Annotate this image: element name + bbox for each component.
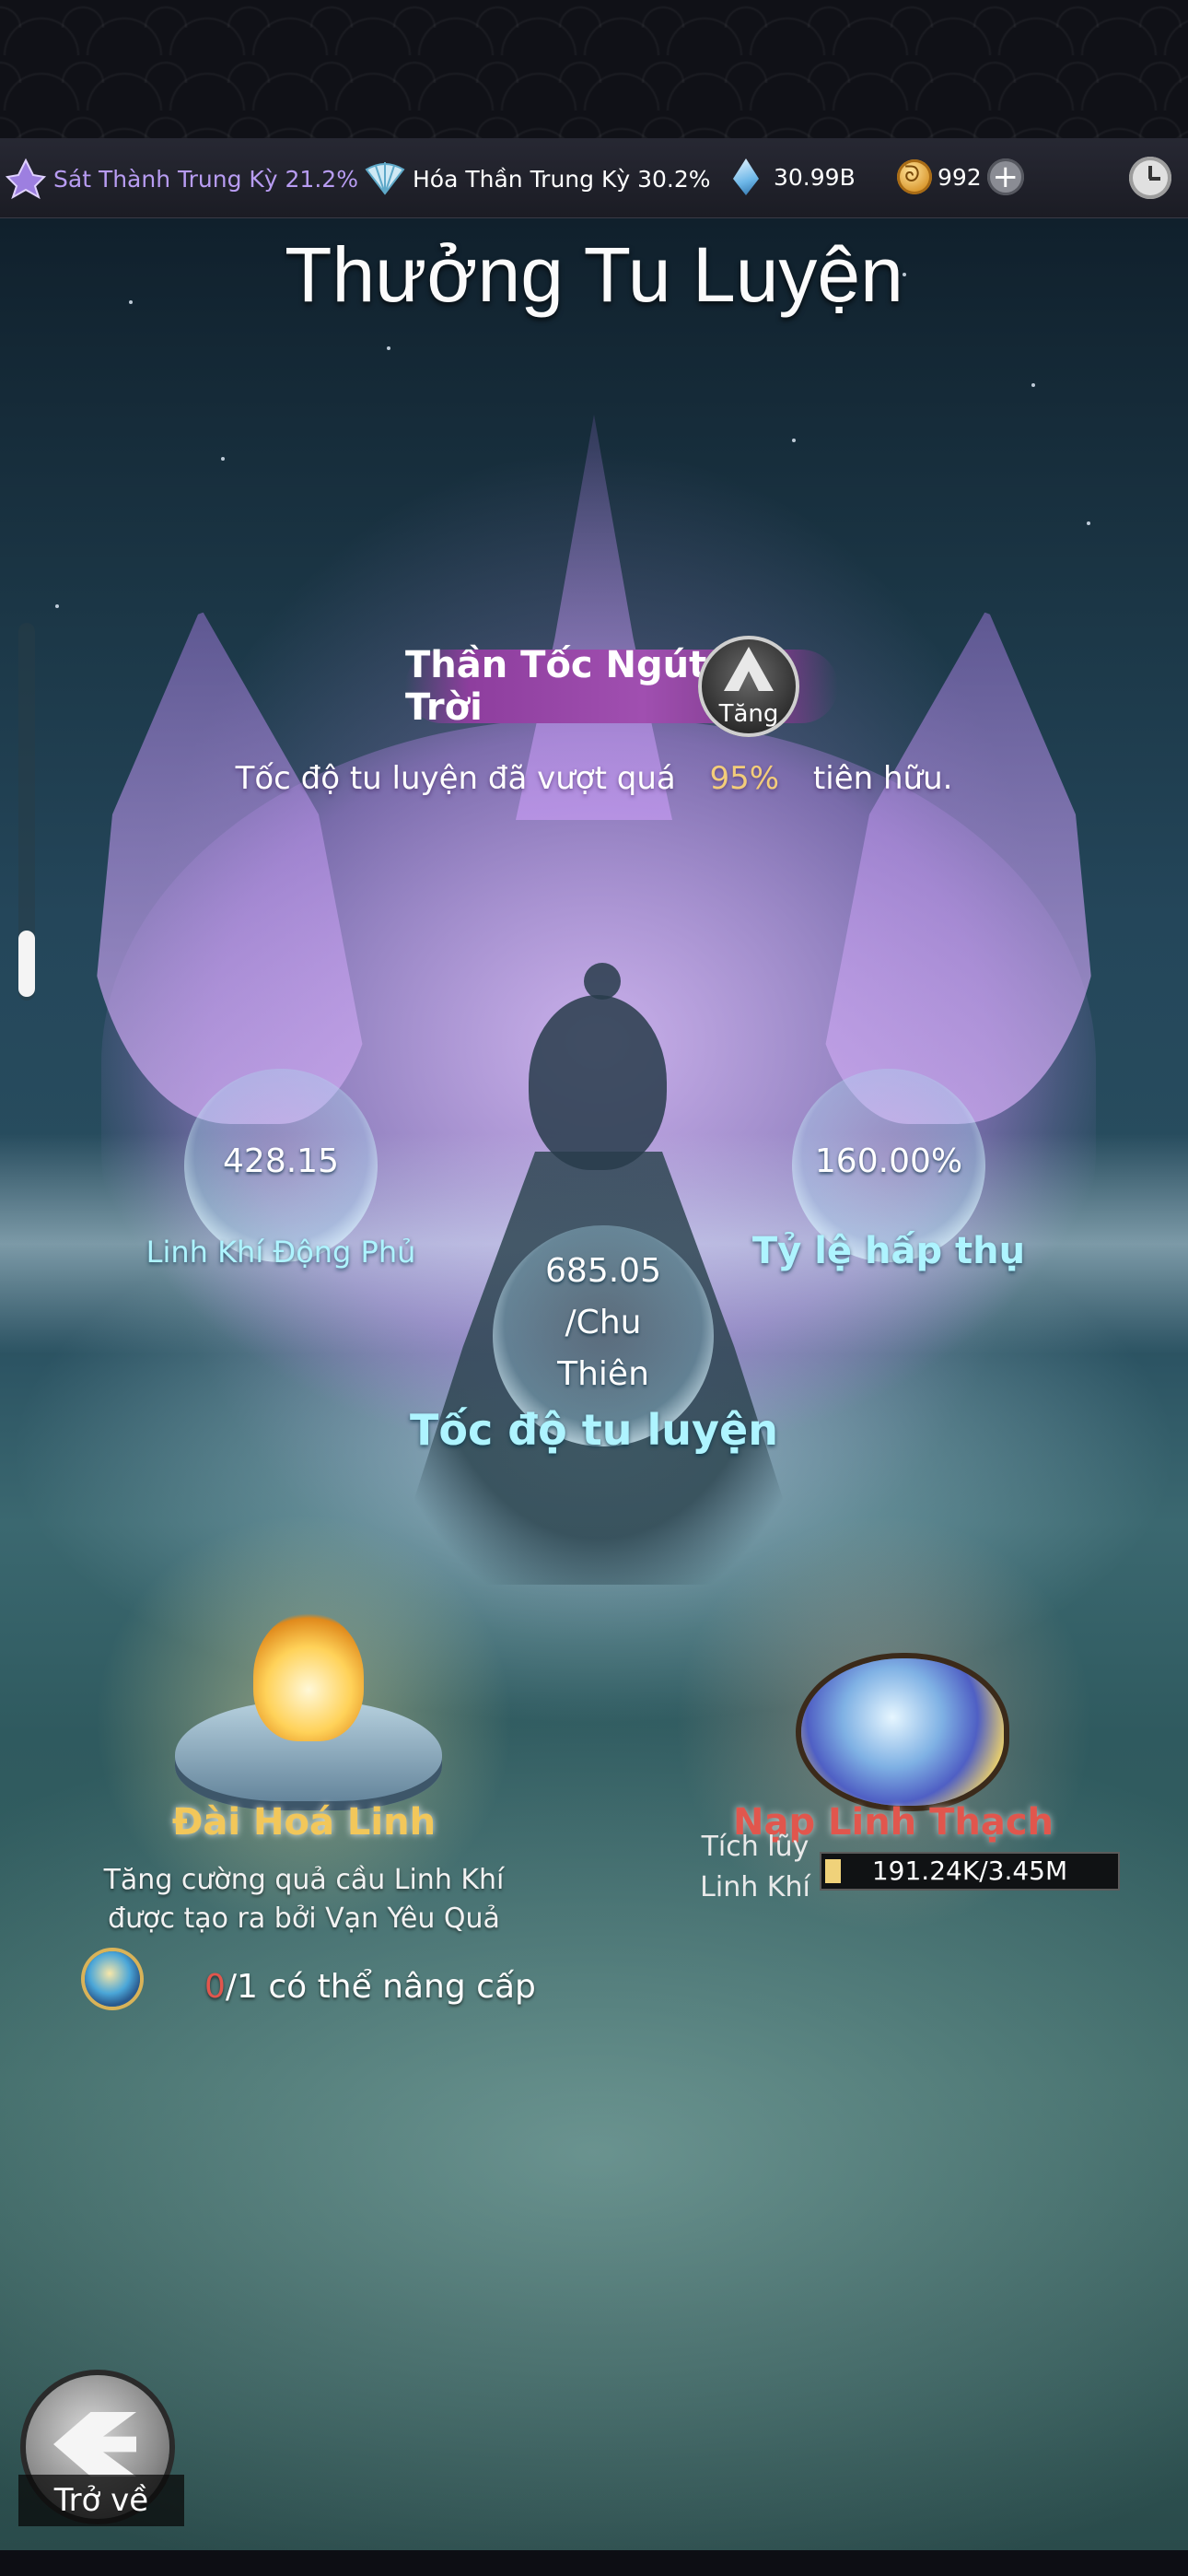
coin-icon	[897, 159, 932, 194]
spirit-orb-icon	[85, 1951, 140, 2007]
percent-suffix: tiên hữu.	[812, 760, 953, 797]
cultivation-speed-value: 685.05 /Chu Thiên	[511, 1246, 695, 1400]
upgrade-current: 0	[204, 1968, 226, 2006]
upgrade-rest: /1 có thể nâng cấp	[225, 1968, 536, 2006]
spirit-altar-desc-line2: được tạo ra bởi Vạn Yêu Quả	[108, 1903, 500, 1935]
fan-icon	[365, 162, 405, 195]
cave-energy-label: Linh Khí Động Phủ	[146, 1235, 416, 1270]
back-label[interactable]: Trở về	[18, 2475, 184, 2526]
bottom-band	[0, 2550, 1188, 2576]
coin-amount: 992	[938, 163, 982, 191]
accumulated-energy-label: Tích lũy Linh Khí	[700, 1827, 810, 1908]
percent-line: Tốc độ tu luyện đã vượt quá 95% tiên hữu…	[0, 760, 1188, 797]
energy-progress-text: 191.24K/3.45M	[871, 1856, 1068, 1886]
top-decor-band	[0, 0, 1188, 138]
lotus-brazier-icon[interactable]	[175, 1612, 442, 1815]
realm1-stat[interactable]: Sát Thành Trung Kỳ 21.2%	[4, 157, 358, 201]
spirit-gem-icon	[733, 158, 759, 195]
rank-upgrade-label: Tăng	[718, 700, 779, 728]
cave-energy-value: 428.15	[223, 1142, 339, 1180]
realm-sword-icon	[5, 158, 47, 200]
absorb-rate-value: 160.00%	[814, 1142, 963, 1180]
accum-line2: Linh Khí	[700, 1871, 810, 1903]
percent-prefix: Tốc độ tu luyện đã vượt quá	[235, 760, 676, 797]
scrollbar-thumb[interactable]	[18, 931, 35, 997]
realm1-text: Sát Thành Trung Kỳ 21.2%	[53, 165, 358, 193]
meditating-figure-head	[529, 995, 667, 1170]
percent-value: 95%	[709, 760, 780, 797]
spirit-altar-name[interactable]: Đài Hoá Linh	[120, 1801, 488, 1844]
realm2-text: Hóa Thần Trung Kỳ 30.2%	[413, 165, 711, 193]
gem-amount: 30.99B	[774, 163, 856, 191]
brazier-flame	[253, 1612, 364, 1741]
speed-value-line3: Thiên	[557, 1355, 649, 1393]
clock-icon[interactable]	[1129, 157, 1171, 199]
spirit-stone-icon[interactable]	[801, 1658, 1004, 1806]
speed-value-line2: /Chu	[565, 1304, 642, 1341]
accum-line1: Tích lũy	[701, 1831, 809, 1863]
status-bar: Sát Thành Trung Kỳ 21.2% Hóa Thần Trung …	[0, 138, 1188, 218]
cultivation-speed-label: Tốc độ tu luyện	[409, 1405, 778, 1455]
gem-currency[interactable]: 30.99B	[733, 158, 856, 195]
back-arrow-icon	[53, 2412, 136, 2476]
coin-currency[interactable]: 992 +	[897, 158, 1024, 195]
arrow-up-icon	[724, 647, 774, 691]
meditating-figure-bun	[584, 963, 621, 1000]
page-title: Thưởng Tu Luyện	[285, 231, 903, 318]
rank-upgrade-button[interactable]: Tăng	[698, 636, 799, 737]
realm2-stat[interactable]: Hóa Thần Trung Kỳ 30.2%	[363, 157, 711, 201]
absorb-rate-label: Tỷ lệ hấp thụ	[751, 1230, 1026, 1272]
speed-value-line1: 685.05	[545, 1252, 661, 1290]
spirit-altar-desc-line1: Tăng cường quả cầu Linh Khí	[103, 1864, 505, 1896]
spirit-altar-desc: Tăng cường quả cầu Linh Khí được tạo ra …	[37, 1861, 571, 1938]
energy-progress-bar: 191.24K/3.45M	[820, 1852, 1120, 1891]
add-currency-button[interactable]: +	[986, 158, 1024, 195]
upgrade-counter: 0/1 có thể nâng cấp	[204, 1968, 536, 2006]
